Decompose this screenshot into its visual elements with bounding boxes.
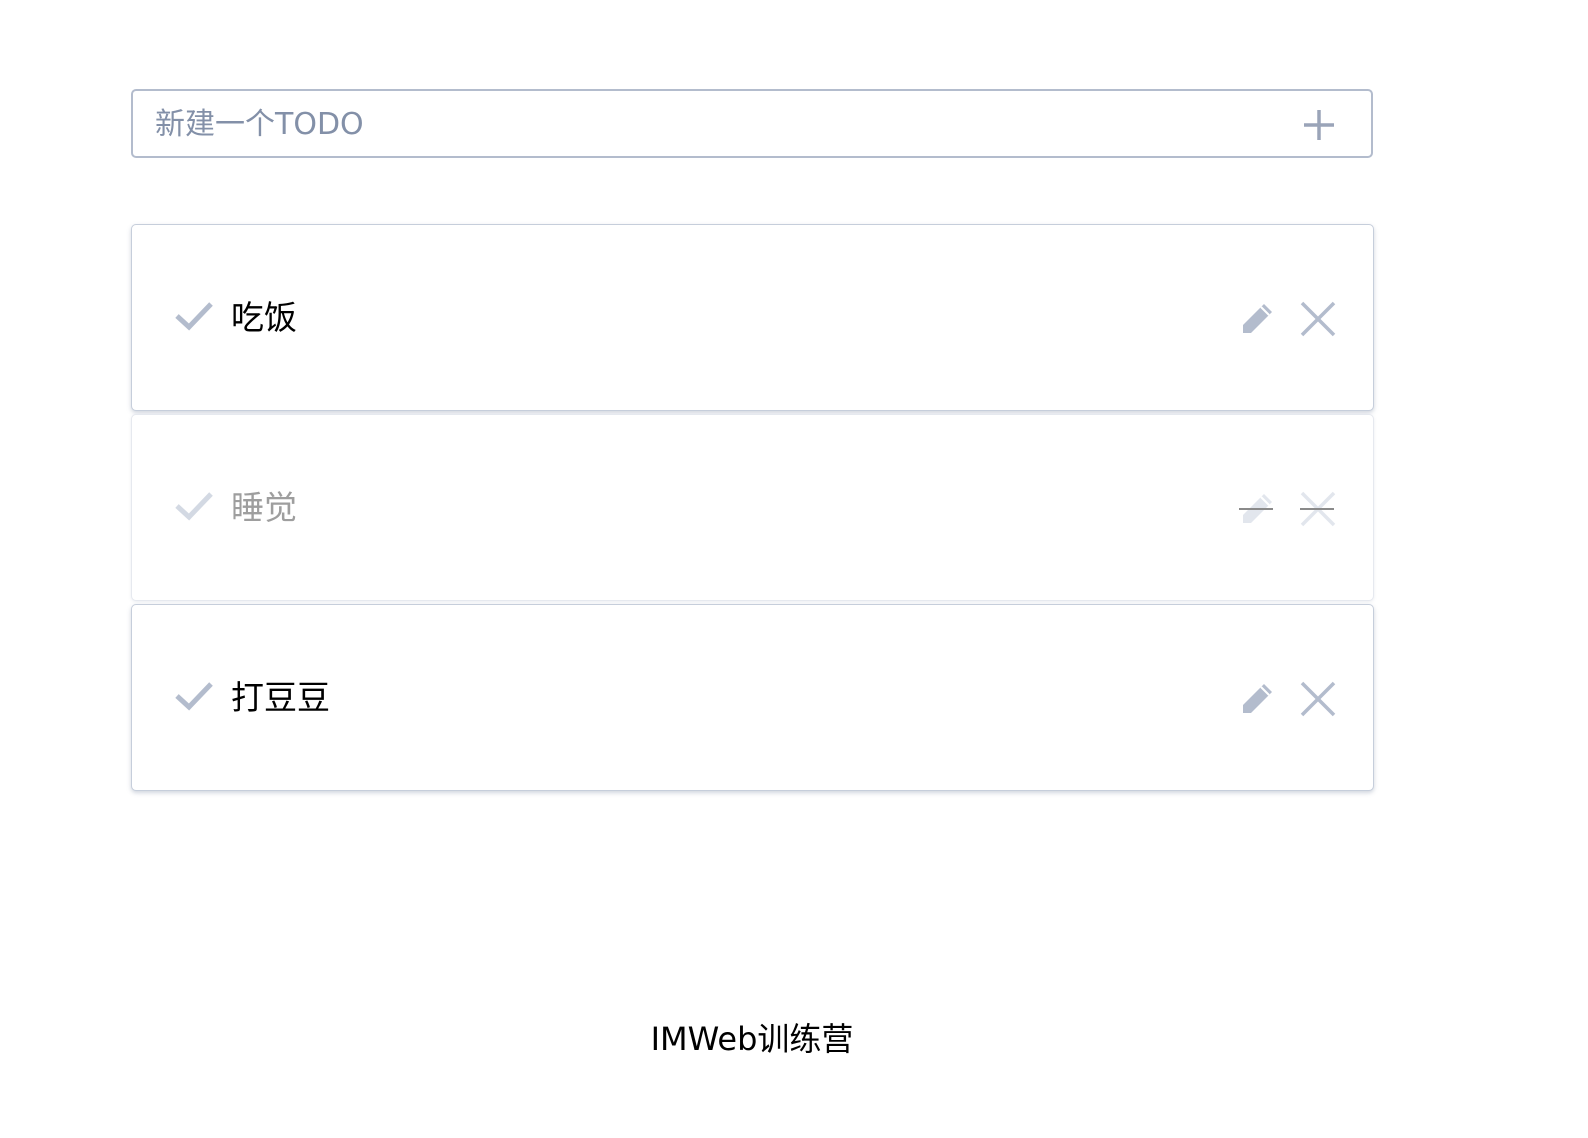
plus-icon[interactable] [1301,107,1337,143]
check-icon[interactable] [174,680,214,712]
todo-app: 吃饭 睡觉 [0,0,1588,1138]
todo-item: 打豆豆 [131,604,1374,791]
pencil-icon[interactable] [1239,301,1275,337]
todo-item: 吃饭 [131,224,1374,411]
close-icon[interactable] [1299,680,1337,718]
check-icon[interactable] [174,490,214,522]
todo-text: 打豆豆 [231,678,330,717]
new-todo-input[interactable] [153,91,1257,158]
strike-line [1300,508,1334,510]
footer-text: IMWeb训练营 [650,1020,854,1058]
todo-list: 吃饭 睡觉 打豆豆 [131,224,1374,794]
check-icon[interactable] [174,300,214,332]
todo-text: 睡觉 [231,488,297,527]
close-icon[interactable] [1299,300,1337,338]
todo-text: 吃饭 [231,298,297,337]
pencil-icon[interactable] [1239,681,1275,717]
todo-item-done: 睡觉 [131,414,1374,601]
strike-line [1239,508,1273,510]
new-todo-box [131,89,1373,158]
